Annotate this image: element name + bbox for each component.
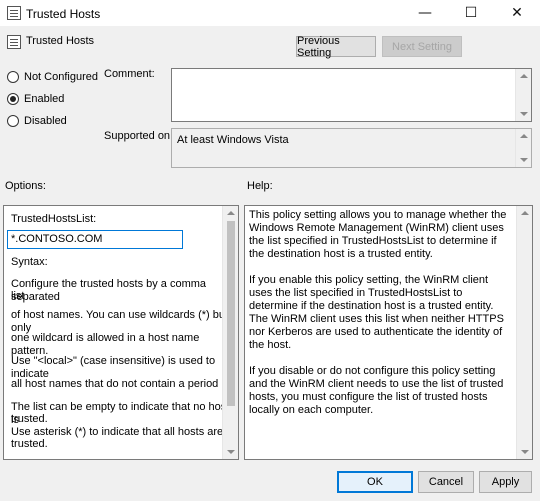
comment-scrollbar[interactable]: [515, 69, 531, 121]
help-pane: This policy setting allows you to manage…: [244, 205, 533, 460]
options-text-line: trusted.: [11, 413, 48, 425]
radio-label: Disabled: [24, 115, 67, 127]
supported-on-label: Supported on:: [104, 130, 174, 142]
radio-circle: [7, 115, 19, 127]
previous-setting-button[interactable]: Previous Setting: [296, 34, 376, 59]
options-text-line: trusted.: [11, 438, 48, 450]
trusted-hosts-label: TrustedHostsList:: [11, 213, 97, 225]
trusted-hosts-value: *.CONTOSO.COM: [11, 233, 103, 245]
help-paragraph: If you disable or do not configure this …: [249, 365, 504, 416]
radio-circle: [7, 71, 19, 83]
maximize-button[interactable]: ☐: [448, 0, 494, 26]
app-icon: [7, 6, 21, 20]
radio-disabled[interactable]: Disabled: [7, 115, 67, 127]
close-button[interactable]: ✕: [494, 0, 540, 26]
apply-label: Apply: [491, 476, 520, 488]
comment-label: Comment:: [104, 68, 155, 80]
options-text-line: all host names that do not contain a per…: [11, 378, 235, 390]
cancel-button[interactable]: Cancel: [418, 471, 474, 493]
options-heading: Options:: [5, 180, 46, 192]
window-title: Trusted Hosts: [26, 7, 101, 21]
help-paragraph: This policy setting allows you to manage…: [249, 209, 507, 260]
help-paragraph: If you enable this policy setting, the W…: [249, 274, 504, 351]
radio-label: Enabled: [24, 93, 65, 105]
supported-on-box: At least Windows Vista: [171, 128, 532, 168]
options-scrollbar[interactable]: [222, 206, 238, 459]
comment-textarea[interactable]: [171, 68, 532, 122]
apply-button[interactable]: Apply: [479, 471, 532, 493]
scroll-up-icon[interactable]: [227, 211, 235, 215]
radio-enabled[interactable]: Enabled: [7, 93, 64, 105]
trusted-hosts-input[interactable]: *.CONTOSO.COM: [7, 230, 183, 249]
options-text-line: list: [11, 290, 25, 302]
supported-scrollbar[interactable]: [515, 129, 531, 167]
help-heading: Help:: [247, 180, 273, 192]
radio-label: Not Configured: [24, 71, 98, 83]
previous-setting-label: Previous Setting: [297, 34, 340, 59]
help-scrollbar[interactable]: [516, 206, 532, 459]
options-text-line: Configure the trusted hosts by a comma s…: [11, 278, 207, 303]
cancel-label: Cancel: [428, 476, 464, 488]
scroll-down-icon[interactable]: [520, 112, 528, 116]
ok-button[interactable]: OK: [337, 471, 413, 493]
scroll-up-icon[interactable]: [521, 211, 529, 215]
radio-circle-checked: [7, 93, 19, 105]
radio-not-configured[interactable]: Not Configured: [7, 71, 98, 83]
ok-label: OK: [367, 476, 383, 488]
next-setting-button[interactable]: Next Setting: [382, 36, 462, 57]
scroll-thumb[interactable]: [227, 221, 235, 406]
supported-on-value: At least Windows Vista: [177, 134, 289, 146]
policy-name: Trusted Hosts: [26, 35, 95, 47]
syntax-line: Syntax:: [11, 256, 48, 268]
next-setting-label: Next Setting: [392, 40, 452, 53]
scroll-down-icon[interactable]: [520, 158, 528, 162]
scroll-up-icon[interactable]: [520, 134, 528, 138]
policy-icon: [7, 35, 21, 49]
scroll-down-icon[interactable]: [521, 450, 529, 454]
minimize-button[interactable]: —: [402, 0, 448, 26]
scroll-down-icon[interactable]: [227, 450, 235, 454]
options-pane: TrustedHostsList: *.CONTOSO.COM Syntax: …: [3, 205, 239, 460]
scroll-up-icon[interactable]: [520, 74, 528, 78]
